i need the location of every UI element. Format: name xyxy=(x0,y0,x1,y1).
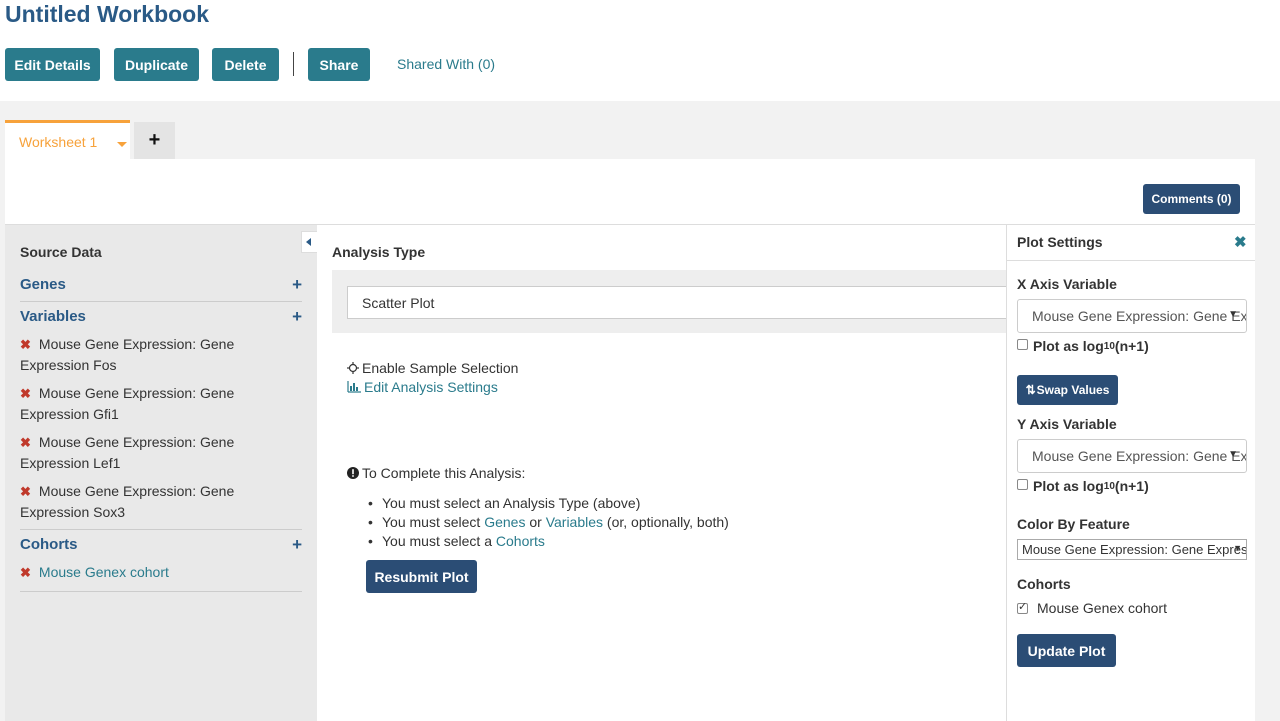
resubmit-plot-button[interactable]: Resubmit Plot xyxy=(366,560,477,593)
edit-analysis-settings-label: Edit Analysis Settings xyxy=(364,379,498,395)
bar-chart-icon xyxy=(347,381,361,393)
log-label: Plot as log xyxy=(1033,338,1104,354)
remove-variable-icon[interactable]: ✖ xyxy=(20,337,31,352)
add-cohorts-icon[interactable]: + xyxy=(292,535,302,555)
x-log-checkbox[interactable] xyxy=(1017,338,1028,350)
variable-label: Mouse Gene Expression: Gene Expression L… xyxy=(20,434,235,471)
tab-label: Worksheet 1 xyxy=(19,134,98,150)
requirements-list: You must select an Analysis Type (above)… xyxy=(368,494,729,551)
add-variables-icon[interactable]: + xyxy=(292,307,302,327)
cohorts-label: Cohorts xyxy=(20,536,78,553)
cohorts-section-header: Cohorts + xyxy=(20,535,302,555)
x-axis-select[interactable]: Mouse Gene Expression: Gene Expression F… xyxy=(1017,299,1247,333)
cohort-label[interactable]: Mouse Genex cohort xyxy=(39,564,169,580)
log-label: Plot as log xyxy=(1033,478,1104,494)
remove-cohort-icon[interactable]: ✖ xyxy=(20,565,31,580)
swap-values-label: Swap Values xyxy=(1036,383,1110,397)
variable-label: Mouse Gene Expression: Gene Expression S… xyxy=(20,483,235,520)
variable-label: Mouse Gene Expression: Gene Expression F… xyxy=(20,336,235,373)
x-axis-value: Mouse Gene Expression: Gene Expression F… xyxy=(1032,308,1247,324)
shared-with-link[interactable]: Shared With (0) xyxy=(397,56,495,72)
variable-item: ✖ Mouse Gene Expression: Gene Expression … xyxy=(20,481,250,523)
cohort-option[interactable]: Mouse Genex cohort xyxy=(1017,600,1167,616)
collapse-sidebar-icon[interactable] xyxy=(301,231,317,253)
section-divider xyxy=(20,529,302,530)
comments-button[interactable]: Comments (0) xyxy=(1143,184,1240,214)
swap-values-button[interactable]: ⇅ Swap Values xyxy=(1017,375,1118,405)
completion-heading: To Complete this Analysis: xyxy=(347,465,525,481)
enable-sample-selection-label: Enable Sample Selection xyxy=(362,360,519,376)
variables-section-header: Variables + xyxy=(20,307,302,327)
genes-link[interactable]: Genes xyxy=(484,514,525,530)
cohorts-link[interactable]: Cohorts xyxy=(496,533,545,549)
genes-section-header: Genes + xyxy=(20,275,302,295)
workbook-title: Untitled Workbook xyxy=(5,1,210,27)
delete-button[interactable]: Delete xyxy=(212,48,279,81)
log-subscript: 10 xyxy=(1103,340,1115,352)
remove-variable-icon[interactable]: ✖ xyxy=(20,386,31,401)
add-genes-icon[interactable]: + xyxy=(292,275,302,295)
analysis-type-label: Analysis Type xyxy=(332,244,426,260)
cohort-checkbox[interactable] xyxy=(1017,600,1028,614)
color-by-feature-value: Mouse Gene Expression: Gene Expression L… xyxy=(1022,542,1247,557)
tab-menu-caret-icon[interactable] xyxy=(117,142,127,147)
edit-details-button[interactable]: Edit Details xyxy=(5,48,100,81)
y-axis-value: Mouse Gene Expression: Gene Expression G… xyxy=(1032,448,1247,464)
edit-analysis-settings-link[interactable]: Edit Analysis Settings xyxy=(347,379,498,395)
cohort-option-label: Mouse Genex cohort xyxy=(1037,600,1167,616)
plot-settings-title: Plot Settings xyxy=(1017,234,1103,250)
requirement-text: or xyxy=(525,514,546,530)
dropdown-arrow-icon: ▼ xyxy=(1228,309,1238,320)
cohorts-settings-label: Cohorts xyxy=(1017,576,1071,592)
settings-header-divider xyxy=(1007,260,1255,261)
cohort-item[interactable]: ✖ Mouse Genex cohort xyxy=(20,564,169,581)
add-worksheet-tab[interactable]: + xyxy=(134,122,175,159)
source-data-title: Source Data xyxy=(20,244,102,260)
requirement-text: (or, optionally, both) xyxy=(603,514,729,530)
completion-heading-text: To Complete this Analysis: xyxy=(362,465,526,481)
analysis-type-select[interactable]: Scatter Plot xyxy=(347,286,1007,319)
variable-label: Mouse Gene Expression: Gene Expression G… xyxy=(20,385,235,422)
log-label-suffix: (n+1) xyxy=(1114,338,1149,354)
y-axis-select[interactable]: Mouse Gene Expression: Gene Expression G… xyxy=(1017,439,1247,473)
swap-arrows-icon: ⇅ xyxy=(1025,383,1036,397)
exclamation-circle-icon xyxy=(347,467,359,479)
remove-variable-icon[interactable]: ✖ xyxy=(20,484,31,499)
duplicate-button[interactable]: Duplicate xyxy=(114,48,199,81)
dropdown-arrow-icon: ▼ xyxy=(1233,543,1242,553)
color-by-feature-label: Color By Feature xyxy=(1017,516,1130,532)
variable-item: ✖ Mouse Gene Expression: Gene Expression … xyxy=(20,334,250,376)
variable-item: ✖ Mouse Gene Expression: Gene Expression … xyxy=(20,383,250,425)
crosshair-icon xyxy=(347,362,359,374)
update-plot-button[interactable]: Update Plot xyxy=(1017,634,1116,667)
remove-variable-icon[interactable]: ✖ xyxy=(20,435,31,450)
enable-sample-selection[interactable]: Enable Sample Selection xyxy=(347,360,518,376)
requirement-item: You must select an Analysis Type (above) xyxy=(368,494,729,513)
variables-label: Variables xyxy=(20,308,86,325)
dropdown-arrow-icon: ▼ xyxy=(1228,449,1238,460)
requirement-item: You must select a Cohorts xyxy=(368,532,729,551)
toolbar-divider xyxy=(293,52,294,76)
section-divider xyxy=(20,301,302,302)
share-button[interactable]: Share xyxy=(308,48,370,81)
close-settings-icon[interactable]: ✖ xyxy=(1234,233,1247,251)
variables-link[interactable]: Variables xyxy=(546,514,603,530)
requirement-text: You must select xyxy=(382,514,485,530)
tab-worksheet-1[interactable]: Worksheet 1 xyxy=(5,120,130,159)
requirement-item: You must select Genes or Variables (or, … xyxy=(368,513,729,532)
log-label-suffix: (n+1) xyxy=(1114,478,1149,494)
section-divider xyxy=(20,591,302,592)
genes-label: Genes xyxy=(20,276,66,293)
y-log-checkbox[interactable] xyxy=(1017,478,1028,490)
x-axis-label: X Axis Variable xyxy=(1017,276,1117,292)
color-by-feature-select[interactable]: Mouse Gene Expression: Gene Expression L… xyxy=(1017,539,1247,560)
x-log-option[interactable]: Plot as log 10 (n+1) xyxy=(1017,338,1149,354)
y-log-option[interactable]: Plot as log 10 (n+1) xyxy=(1017,478,1149,494)
y-axis-label: Y Axis Variable xyxy=(1017,416,1117,432)
requirement-text: You must select a xyxy=(382,533,496,549)
log-subscript: 10 xyxy=(1103,480,1115,492)
requirement-text: You must select an Analysis Type (above) xyxy=(382,495,641,511)
variable-item: ✖ Mouse Gene Expression: Gene Expression … xyxy=(20,432,250,474)
